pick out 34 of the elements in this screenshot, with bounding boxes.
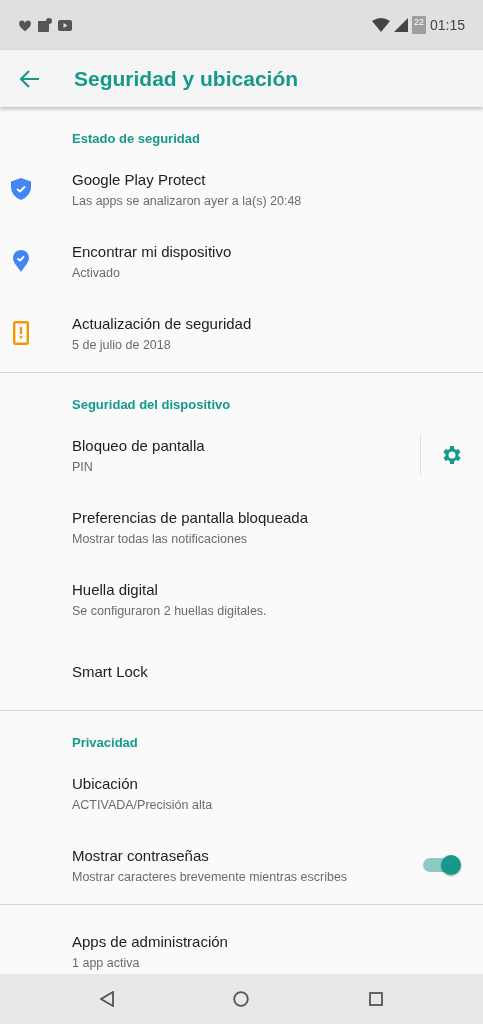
wifi-icon bbox=[371, 18, 390, 32]
setting-summary: ACTIVADA/Precisión alta bbox=[72, 797, 214, 812]
setting-summary: PIN bbox=[72, 459, 94, 474]
setting-title[interactable]: Smart Lock bbox=[72, 662, 483, 680]
setting-title[interactable]: Encontrar mi dispositivo bbox=[72, 242, 483, 260]
setting-title[interactable]: Preferencias de pantalla bloqueada bbox=[72, 508, 483, 526]
setting-title[interactable]: Bloqueo de pantalla bbox=[72, 436, 420, 454]
location-pin-check-icon bbox=[13, 250, 29, 272]
setting-summary: Se configuraron 2 huellas digitales. bbox=[72, 603, 268, 618]
setting-summary: 5 de julio de 2018 bbox=[72, 337, 172, 352]
setting-summary: 1 app activa bbox=[72, 955, 141, 970]
signal-icon bbox=[393, 18, 408, 32]
battery-icon: 22 bbox=[411, 16, 426, 34]
screen-title: Seguridad y ubicación bbox=[74, 66, 299, 91]
setting-summary: Activado bbox=[72, 265, 121, 280]
setting-summary: Las apps se analizaron ayer a la(s) 20:48 bbox=[72, 193, 303, 208]
section-heading: Estado de seguridad bbox=[71, 130, 201, 148]
setting-title[interactable]: Mostrar contraseñas bbox=[72, 846, 423, 864]
clock-time: 01:15 bbox=[429, 17, 465, 33]
section-heading: Seguridad del dispositivo bbox=[71, 396, 232, 414]
toggle-switch[interactable] bbox=[423, 858, 459, 872]
phone-alert-icon bbox=[13, 321, 29, 345]
setting-title[interactable]: Huella digital bbox=[72, 580, 483, 598]
setting-summary: Mostrar todas las notificaciones bbox=[72, 531, 249, 546]
setting-title[interactable]: Apps de administración bbox=[72, 932, 483, 950]
back-arrow-icon bbox=[20, 69, 40, 88]
section-heading: Privacidad bbox=[71, 734, 139, 752]
shield-check-icon bbox=[11, 178, 31, 200]
setting-title[interactable]: Actualización de seguridad bbox=[72, 314, 483, 332]
heart-icon bbox=[18, 18, 32, 32]
setting-summary: Mostrar caracteres brevemente mientras escribes bbox=[72, 869, 349, 884]
setting-title[interactable]: Ubicación bbox=[72, 774, 483, 792]
setting-title[interactable]: Google Play Protect bbox=[72, 170, 483, 188]
video-play-icon bbox=[58, 19, 72, 31]
